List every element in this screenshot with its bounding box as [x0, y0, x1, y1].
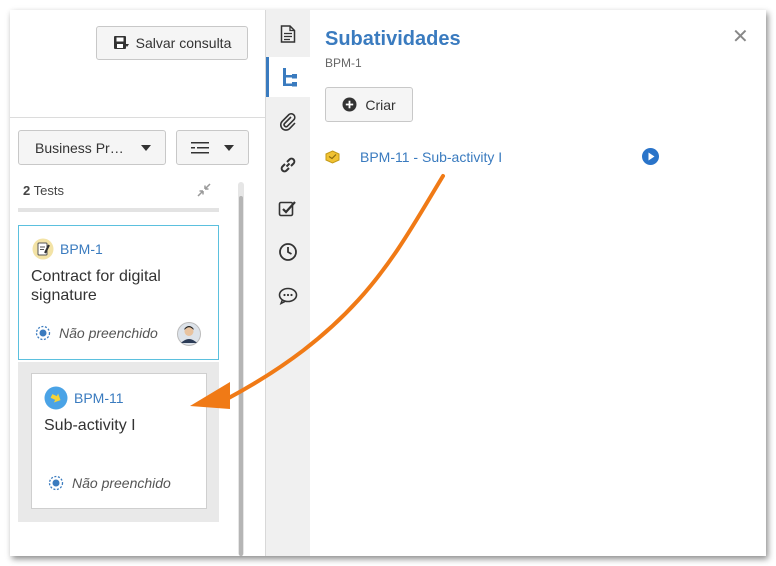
side-tabs [265, 10, 311, 556]
subactivity-title: Sub-activity I [44, 417, 136, 434]
tab-comments[interactable] [266, 276, 310, 316]
avatar [177, 322, 201, 346]
subactivities-panel: Subatividades BPM-1 ✕ Criar BPM-11 - Sub… [310, 10, 766, 556]
checklist-icon [278, 201, 296, 217]
save-query-label: Salvar consulta [135, 35, 232, 51]
activity-status: Não preenchido [35, 325, 158, 341]
status-radio-icon [35, 325, 51, 341]
activity-id-link[interactable]: BPM-1 [60, 241, 103, 257]
form-activity-icon [32, 238, 54, 260]
result-count: 2 Tests [23, 183, 64, 198]
save-icon [113, 36, 129, 49]
panel-title: Subatividades [325, 28, 461, 50]
document-icon [280, 25, 296, 43]
tab-history[interactable] [266, 232, 310, 272]
plus-circle-icon [342, 97, 357, 112]
play-icon[interactable] [642, 148, 659, 165]
list-header-bar [18, 208, 219, 212]
subprocess-icon [325, 150, 340, 164]
subactivity-row: BPM-11 - Sub-activity I [325, 147, 665, 167]
chevron-down-icon [224, 145, 234, 151]
tab-checklist[interactable] [266, 189, 310, 229]
divider [10, 117, 265, 118]
list-options-icon [191, 141, 209, 153]
subactivity-status: Não preenchido [48, 475, 171, 491]
process-dropdown-label: Business Pr… [35, 139, 124, 156]
left-panel: Salvar consulta Business Pr… 2 Tests BPM… [10, 10, 265, 556]
app-window: Salvar consulta Business Pr… 2 Tests BPM… [10, 10, 766, 556]
subactivity-link[interactable]: BPM-11 - Sub-activity I [360, 149, 502, 165]
subactivity-icon [44, 386, 68, 410]
close-icon[interactable]: ✕ [732, 24, 749, 49]
attachment-icon [279, 113, 296, 131]
activity-title: Contract for digital signature [31, 268, 161, 304]
panel-subtitle: BPM-1 [325, 56, 362, 70]
process-dropdown[interactable]: Business Pr… [18, 130, 166, 165]
create-button[interactable]: Criar [325, 87, 413, 122]
status-radio-icon [48, 475, 64, 491]
tab-attachments[interactable] [266, 101, 310, 141]
subactivity-card[interactable]: BPM-11 Sub-activity I Não preenchido [31, 373, 207, 509]
hierarchy-icon [282, 68, 297, 87]
tab-subactivities[interactable] [266, 57, 310, 97]
view-options-dropdown[interactable] [176, 130, 249, 165]
subactivity-status-text: Não preenchido [72, 475, 171, 491]
clock-icon [279, 243, 297, 261]
scrollbar-thumb[interactable] [239, 196, 243, 556]
comment-icon [278, 287, 298, 305]
activity-card[interactable]: BPM-1 Contract for digital signature Não… [18, 225, 219, 360]
tab-links[interactable] [266, 145, 310, 185]
save-query-button[interactable]: Salvar consulta [96, 26, 248, 60]
link-icon [280, 157, 296, 173]
collapse-icon[interactable] [196, 182, 212, 198]
chevron-down-icon [141, 145, 151, 151]
activity-status-text: Não preenchido [59, 325, 158, 341]
subactivity-id-link[interactable]: BPM-11 [74, 390, 124, 406]
result-count-label: Tests [30, 183, 64, 198]
create-button-label: Criar [365, 96, 396, 113]
tab-details[interactable] [266, 14, 310, 54]
